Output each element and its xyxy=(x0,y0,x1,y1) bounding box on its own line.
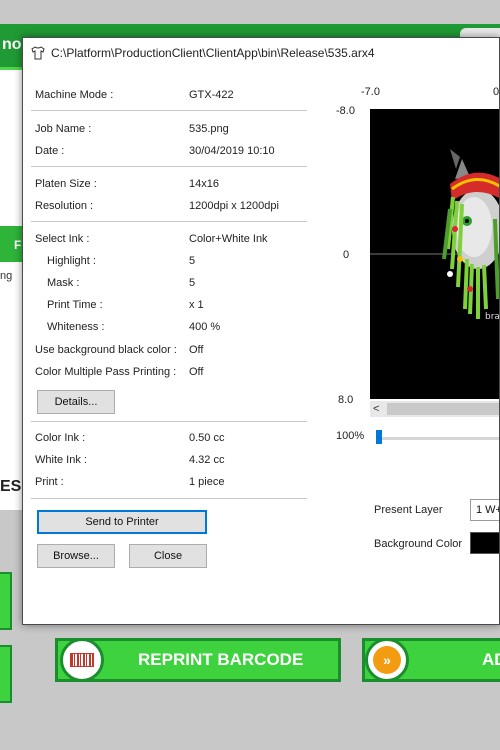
select-ink-row: Select Ink : Color+White Ink xyxy=(35,233,268,245)
job-info-pane: Machine Mode : GTX-422 Job Name : 535.pn… xyxy=(23,68,323,624)
app-side-panel xyxy=(0,70,23,510)
present-layer-select[interactable]: 1 W+ xyxy=(470,499,499,521)
multi-pass-row: Color Multiple Pass Printing : Off xyxy=(35,366,204,378)
artwork-image: bra xyxy=(370,149,500,322)
dialog-title: C:\Platform\ProductionClient\ClientApp\b… xyxy=(51,46,375,60)
resolution-row: Resolution : 1200dpi x 1200dpi xyxy=(35,200,279,212)
divider xyxy=(31,166,307,167)
app-side-button-1[interactable] xyxy=(0,572,12,630)
send-to-printer-button[interactable]: Send to Printer xyxy=(37,510,207,534)
bg-black-row: Use background black color : Off xyxy=(35,344,204,356)
add-button-label: AD xyxy=(482,650,500,669)
browse-button[interactable]: Browse... xyxy=(37,544,115,568)
app-title: no xyxy=(2,36,22,53)
scroll-left-arrow[interactable]: < xyxy=(373,401,379,417)
white-ink-row: White Ink : 4.32 cc xyxy=(35,454,225,466)
print-count-row: Print : 1 piece xyxy=(35,476,225,488)
zoom-slider-track[interactable] xyxy=(380,437,499,440)
present-layer-label: Present Layer xyxy=(374,504,443,516)
machine-mode-row: Machine Mode : GTX-422 xyxy=(35,89,234,101)
scroll-thumb[interactable] xyxy=(387,403,499,415)
divider xyxy=(31,221,307,222)
date-row: Date : 30/04/2019 10:10 xyxy=(35,145,275,157)
zoom-level-label: 100% xyxy=(336,430,365,442)
app-side-button-2[interactable] xyxy=(0,645,12,703)
barcode-icon xyxy=(60,638,104,682)
add-button[interactable]: » AD xyxy=(362,638,500,682)
y-axis-tick-zero: 0 xyxy=(343,249,350,261)
app-panel-text: ng xyxy=(0,270,13,282)
details-button[interactable]: Details... xyxy=(37,390,115,414)
print-job-dialog: C:\Platform\ProductionClient\ClientApp\b… xyxy=(22,37,500,625)
reprint-barcode-button[interactable]: REPRINT BARCODE xyxy=(55,638,341,682)
divider xyxy=(31,110,307,111)
app-panel-header: F xyxy=(0,226,23,262)
divider xyxy=(31,498,307,499)
background-color-swatch[interactable] xyxy=(470,532,499,554)
close-button[interactable]: Close xyxy=(129,544,207,568)
preview-horizontal-scrollbar[interactable]: < xyxy=(370,401,499,417)
chevron-double-right-icon: » xyxy=(365,638,409,682)
divider xyxy=(31,421,307,422)
y-axis-tick-max: 8.0 xyxy=(338,394,354,406)
print-preview-canvas[interactable]: bra xyxy=(370,109,500,399)
tshirt-icon xyxy=(31,46,45,60)
dialog-titlebar: C:\Platform\ProductionClient\ClientApp\b… xyxy=(23,38,499,68)
highlight-row: Highlight : 5 xyxy=(47,255,196,267)
print-time-row: Print Time : x 1 xyxy=(47,299,204,311)
mask-row: Mask : 5 xyxy=(47,277,196,289)
reprint-barcode-label: REPRINT BARCODE xyxy=(138,650,304,669)
zoom-slider-thumb[interactable] xyxy=(376,430,382,444)
background-color-label: Background Color xyxy=(374,538,463,550)
svg-text:bra: bra xyxy=(485,312,500,322)
color-ink-row: Color Ink : 0.50 cc xyxy=(35,432,225,444)
x-axis-tick-zero: 0 xyxy=(493,86,500,98)
whiteness-row: Whiteness : 400 % xyxy=(47,321,221,333)
job-name-row: Job Name : 535.png xyxy=(35,123,229,135)
x-axis-tick-min: -7.0 xyxy=(361,86,380,98)
platen-size-row: Platen Size : 14x16 xyxy=(35,178,219,190)
y-axis-tick-min: -8.0 xyxy=(336,105,355,117)
